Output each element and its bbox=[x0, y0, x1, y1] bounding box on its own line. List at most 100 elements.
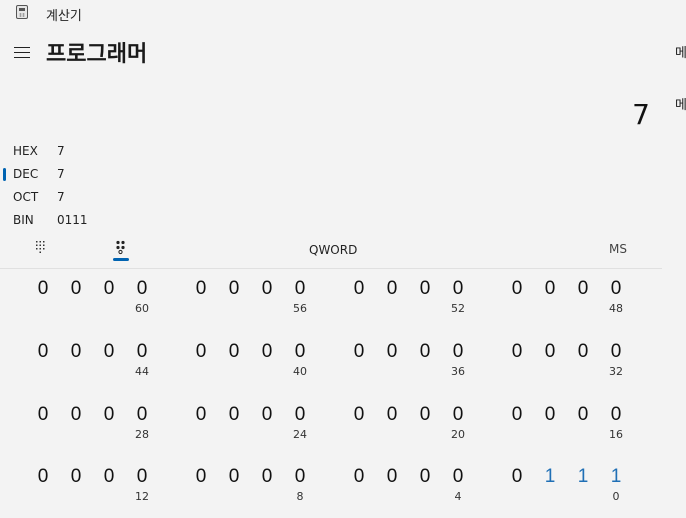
active-tab-indicator bbox=[113, 258, 129, 261]
bit-toggle[interactable]: 0 bbox=[33, 341, 53, 363]
bit-toggle[interactable]: 0 bbox=[606, 278, 626, 300]
bit-toggle[interactable]: 0 bbox=[507, 341, 527, 363]
window-title: 계산기 bbox=[46, 9, 82, 24]
display-value: 7 bbox=[632, 98, 650, 131]
radix-hex[interactable]: HEX 7 bbox=[0, 141, 160, 163]
radix-dec-label: DEC bbox=[13, 167, 39, 181]
bit-toggle[interactable]: 0 bbox=[415, 404, 435, 426]
bit-toggle[interactable]: 0 bbox=[33, 466, 53, 488]
bit-toggle[interactable]: 0 bbox=[415, 278, 435, 300]
bit-toggle[interactable]: 0 bbox=[191, 278, 211, 300]
radix-hex-label: HEX bbox=[13, 144, 38, 158]
bit-toggle[interactable]: 0 bbox=[382, 404, 402, 426]
bit-toggle[interactable]: 0 bbox=[224, 404, 244, 426]
bit-toggle[interactable]: 0 bbox=[349, 404, 369, 426]
bit-toggle[interactable]: 0 bbox=[540, 278, 560, 300]
radix-hex-value: 7 bbox=[57, 144, 65, 158]
bit-toggle[interactable]: 0 bbox=[132, 404, 152, 426]
bit-toggle[interactable]: 0 bbox=[224, 341, 244, 363]
bit-toggle[interactable]: 0 bbox=[606, 341, 626, 363]
bit-toggle[interactable]: 0 bbox=[349, 466, 369, 488]
memory-panel-label-2[interactable]: 메 bbox=[675, 94, 686, 113]
bit-toggle[interactable]: 0 bbox=[33, 278, 53, 300]
full-keypad-icon[interactable] bbox=[35, 240, 47, 254]
bit-toggle[interactable]: 0 bbox=[66, 341, 86, 363]
bit-toggle[interactable]: 0 bbox=[507, 466, 527, 488]
radix-oct[interactable]: OCT 7 bbox=[0, 187, 160, 209]
bit-toggle[interactable]: 0 bbox=[99, 341, 119, 363]
bit-position-label: 52 bbox=[451, 302, 465, 315]
word-size-button[interactable]: QWORD bbox=[309, 243, 357, 257]
bit-toggle[interactable]: 0 bbox=[290, 278, 310, 300]
bit-toggle[interactable]: 0 bbox=[290, 466, 310, 488]
bit-toggle[interactable]: 0 bbox=[33, 404, 53, 426]
bit-toggle[interactable]: 0 bbox=[573, 404, 593, 426]
bit-position-label: 48 bbox=[609, 302, 623, 315]
bit-toggle[interactable]: 0 bbox=[132, 466, 152, 488]
bit-toggle[interactable]: 1 bbox=[540, 466, 560, 488]
bit-toggle[interactable]: 0 bbox=[191, 341, 211, 363]
bit-toggle[interactable]: 0 bbox=[99, 404, 119, 426]
bit-toggle[interactable]: 0 bbox=[573, 341, 593, 363]
divider bbox=[0, 268, 662, 269]
bit-position-label: 20 bbox=[451, 428, 465, 441]
bit-position-label: 16 bbox=[609, 428, 623, 441]
bit-toggle[interactable]: 0 bbox=[66, 404, 86, 426]
radix-dec-value: 7 bbox=[57, 167, 65, 181]
bit-toggle[interactable]: 0 bbox=[540, 404, 560, 426]
bit-toggle[interactable]: 0 bbox=[448, 341, 468, 363]
bit-toggle[interactable]: 0 bbox=[540, 341, 560, 363]
bit-position-label: 44 bbox=[135, 365, 149, 378]
bit-toggling-keypad-icon[interactable] bbox=[114, 240, 128, 255]
bit-position-label: 28 bbox=[135, 428, 149, 441]
bit-toggle[interactable]: 0 bbox=[224, 466, 244, 488]
bit-position-label: 4 bbox=[454, 490, 462, 503]
bit-toggle[interactable]: 0 bbox=[382, 466, 402, 488]
bit-toggle[interactable]: 0 bbox=[290, 404, 310, 426]
bit-toggle[interactable]: 0 bbox=[573, 278, 593, 300]
bit-position-label: 36 bbox=[451, 365, 465, 378]
radix-dec[interactable]: DEC 7 bbox=[0, 164, 160, 186]
bit-toggle[interactable]: 0 bbox=[99, 278, 119, 300]
bit-toggle[interactable]: 0 bbox=[257, 278, 277, 300]
calculator-icon bbox=[16, 5, 28, 19]
bit-toggle[interactable]: 0 bbox=[448, 278, 468, 300]
radix-oct-label: OCT bbox=[13, 190, 39, 204]
mode-title: 프로그래머 bbox=[46, 42, 148, 67]
radix-bin[interactable]: BIN 0111 bbox=[0, 210, 160, 232]
bit-toggle[interactable]: 0 bbox=[415, 466, 435, 488]
memory-panel-label-1[interactable]: 메 bbox=[675, 42, 686, 61]
bit-toggle[interactable]: 0 bbox=[606, 404, 626, 426]
bit-toggle[interactable]: 0 bbox=[257, 466, 277, 488]
bit-toggle[interactable]: 0 bbox=[349, 341, 369, 363]
memory-store-button[interactable]: MS bbox=[609, 242, 627, 256]
bit-toggle[interactable]: 0 bbox=[507, 404, 527, 426]
bit-position-label: 56 bbox=[293, 302, 307, 315]
bit-position-label: 0 bbox=[612, 490, 620, 503]
bit-toggle[interactable]: 0 bbox=[257, 341, 277, 363]
bit-toggle[interactable]: 0 bbox=[507, 278, 527, 300]
selected-indicator bbox=[3, 168, 6, 181]
bit-toggle[interactable]: 0 bbox=[349, 278, 369, 300]
bit-toggle[interactable]: 0 bbox=[257, 404, 277, 426]
bit-toggle[interactable]: 0 bbox=[290, 341, 310, 363]
bit-toggle[interactable]: 0 bbox=[132, 341, 152, 363]
radix-bin-value: 0111 bbox=[57, 213, 88, 227]
bit-position-label: 24 bbox=[293, 428, 307, 441]
bit-toggle[interactable]: 0 bbox=[66, 466, 86, 488]
bit-toggle[interactable]: 0 bbox=[132, 278, 152, 300]
hamburger-menu-icon[interactable] bbox=[14, 44, 32, 60]
bit-toggle[interactable]: 1 bbox=[573, 466, 593, 488]
bit-toggle[interactable]: 1 bbox=[606, 466, 626, 488]
bit-toggle[interactable]: 0 bbox=[415, 341, 435, 363]
bit-toggle[interactable]: 0 bbox=[448, 466, 468, 488]
bit-toggle[interactable]: 0 bbox=[382, 341, 402, 363]
bit-toggle[interactable]: 0 bbox=[382, 278, 402, 300]
bit-toggle[interactable]: 0 bbox=[66, 278, 86, 300]
bit-toggle[interactable]: 0 bbox=[448, 404, 468, 426]
bit-toggle[interactable]: 0 bbox=[99, 466, 119, 488]
bit-toggle[interactable]: 0 bbox=[224, 278, 244, 300]
bit-toggle[interactable]: 0 bbox=[191, 404, 211, 426]
bit-toggle[interactable]: 0 bbox=[191, 466, 211, 488]
bit-position-label: 32 bbox=[609, 365, 623, 378]
